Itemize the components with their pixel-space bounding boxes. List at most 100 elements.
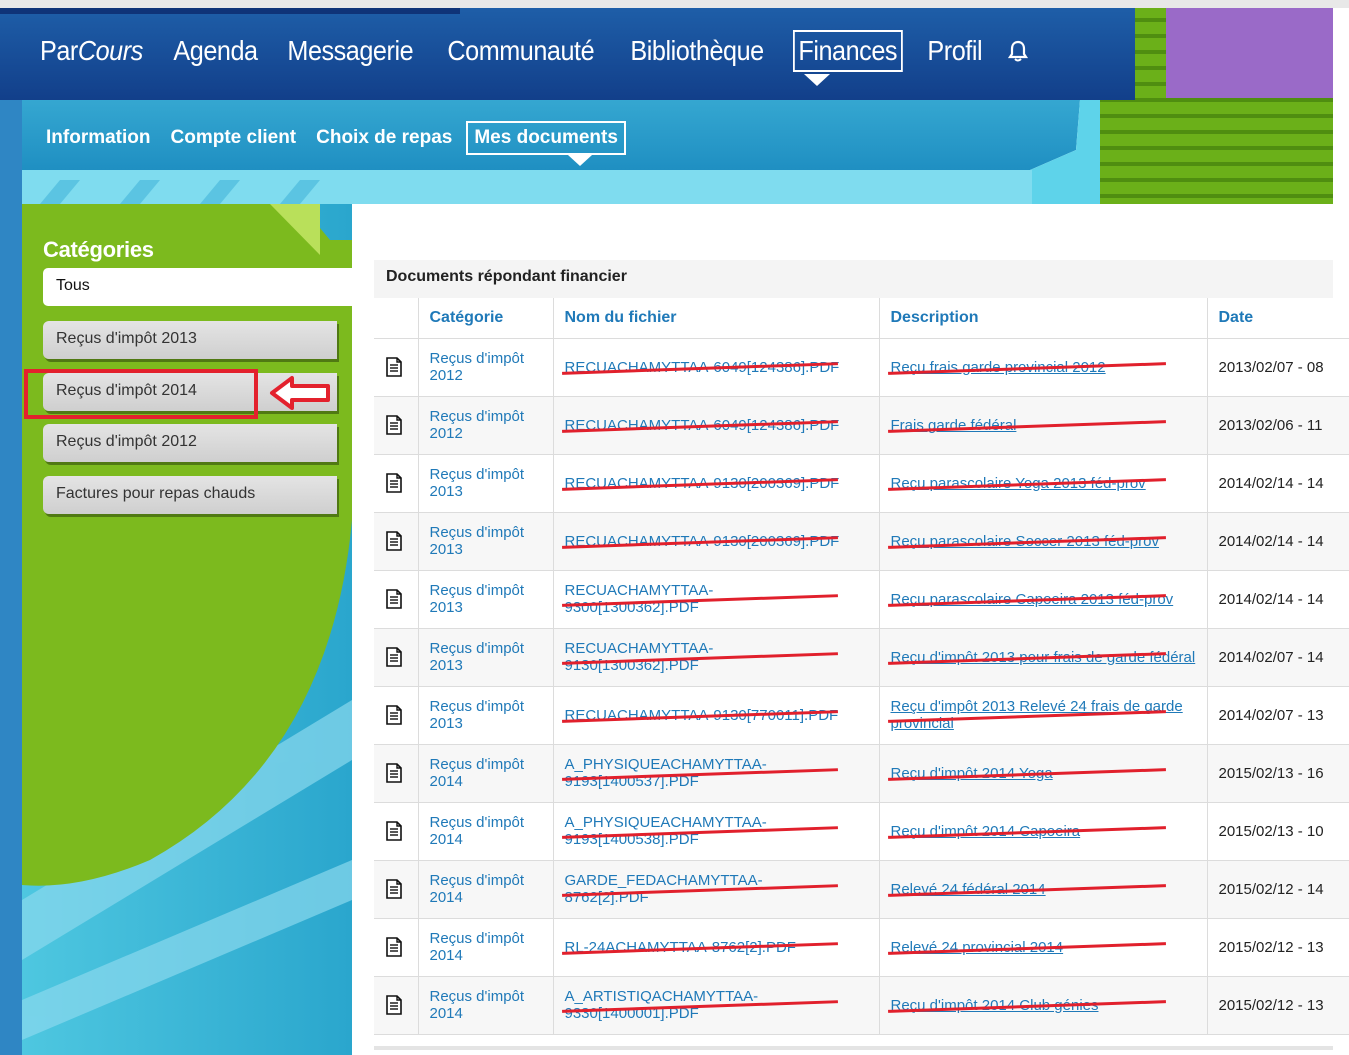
description-link[interactable]: Reçu d'impôt 2014 Yoga — [891, 765, 1196, 782]
row-filename-cell: RECUACHAMYTTAA-9130[770011].PDF — [552, 686, 879, 745]
filename-link[interactable]: RECUACHAMYTTAA-9130[770011].PDF — [565, 707, 845, 724]
table-row: Reçus d'impôt 2013 RECUACHAMYTTAA-9130[77… — [374, 686, 1349, 745]
nav-finances[interactable]: Finances — [792, 30, 903, 72]
category-link[interactable]: Reçus d'impôt 2014 — [430, 814, 545, 848]
row-description-cell: Reçu parascolaire Capoeira 2013 féd-prov — [878, 570, 1207, 629]
description-link[interactable]: Relevé 24 fédéral 2014 — [891, 881, 1196, 898]
row-icon-cell — [374, 338, 418, 397]
category-link[interactable]: Reçus d'impôt 2013 — [430, 698, 545, 732]
row-date-cell: 2014/02/14 - 14 — [1206, 570, 1349, 629]
category-link[interactable]: Reçus d'impôt 2014 — [430, 930, 545, 964]
description-link[interactable]: Reçu d'impôt 2013 Relevé 24 frais de gar… — [891, 698, 1196, 732]
row-icon-cell — [374, 976, 418, 1035]
brand-logo-link[interactable]: ParCours — [40, 30, 148, 72]
category-link[interactable]: Reçus d'impôt 2014 — [430, 988, 545, 1022]
description-link[interactable]: Relevé 24 provincial 2014 — [891, 939, 1196, 956]
description-link[interactable]: Reçu d'impôt 2014 Club génies — [891, 997, 1196, 1014]
category-link[interactable]: Reçus d'impôt 2012 — [430, 408, 545, 442]
table-row: Reçus d'impôt 2014 GARDE_FEDACHAMYTTAA-87… — [374, 860, 1349, 919]
document-icon — [386, 473, 402, 493]
category-link[interactable]: Reçus d'impôt 2013 — [430, 466, 545, 500]
row-icon-cell — [374, 570, 418, 629]
column-date[interactable]: Date — [1206, 298, 1349, 339]
description-link[interactable]: Reçu parascolaire Soccer 2013 féd-prov — [891, 533, 1196, 550]
row-date-cell: 2015/02/13 - 16 — [1206, 744, 1349, 803]
subnav-information[interactable]: Information — [46, 124, 151, 152]
row-filename-cell: RECUACHAMYTTAA-9130[200369].PDF — [552, 512, 879, 571]
filename-link[interactable]: A_PHYSIQUEACHAMYTTAA-9193[1400537].PDF — [565, 756, 845, 790]
nav-communaute[interactable]: Communauté — [442, 30, 600, 72]
category-recus-2013[interactable]: Reçus d'impôt 2013 — [43, 321, 337, 359]
filename-link[interactable]: RECUACHAMYTTAA-9130[200369].PDF — [565, 475, 845, 492]
table-row: Reçus d'impôt 2014 A_PHYSIQUEACHAMYTTAA-9… — [374, 802, 1349, 861]
table-row: Reçus d'impôt 2012 RECUACHAMYTTAA-6049[12… — [374, 396, 1349, 455]
subnav-choix-de-repas[interactable]: Choix de repas — [316, 124, 452, 152]
categories-title: Catégories — [43, 237, 154, 262]
filename-link[interactable]: RECUACHAMYTTAA-9130[200369].PDF — [565, 533, 845, 550]
row-description-cell: Reçu d'impôt 2014 Capoeira — [878, 802, 1207, 861]
filename-link[interactable]: A_PHYSIQUEACHAMYTTAA-9193[1400538].PDF — [565, 814, 845, 848]
subnav-compte-client[interactable]: Compte client — [171, 124, 297, 152]
column-nom-fichier[interactable]: Nom du fichier — [552, 298, 879, 339]
category-link[interactable]: Reçus d'impôt 2013 — [430, 582, 545, 616]
description-link[interactable]: Reçu parascolaire Yoga 2013 féd-prov — [891, 475, 1196, 492]
description-link[interactable]: Reçu frais garde provincial 2012 — [891, 359, 1196, 376]
row-category-cell: Reçus d'impôt 2013 — [417, 628, 553, 687]
row-filename-cell: A_PHYSIQUEACHAMYTTAA-9193[1400537].PDF — [552, 744, 879, 803]
description-link[interactable]: Reçu parascolaire Capoeira 2013 féd-prov — [891, 591, 1196, 608]
document-icon — [386, 821, 402, 841]
row-description-cell: Relevé 24 fédéral 2014 — [878, 860, 1207, 919]
filename-link[interactable]: RECUACHAMYTTAA-9300[1300362].PDF — [565, 582, 845, 616]
row-description-cell: Reçu d'impôt 2013 Relevé 24 frais de gar… — [878, 686, 1207, 745]
category-link[interactable]: Reçus d'impôt 2013 — [430, 640, 545, 674]
document-icon — [386, 357, 402, 377]
nav-profil[interactable]: Profil — [922, 30, 988, 72]
row-filename-cell: RECUACHAMYTTAA-9130[1300362].PDF — [552, 628, 879, 687]
row-icon-cell — [374, 512, 418, 571]
filename-link[interactable]: RECUACHAMYTTAA-6049[124386].PDF — [565, 417, 845, 434]
row-filename-cell: GARDE_FEDACHAMYTTAA-8762[2].PDF — [552, 860, 879, 919]
column-description[interactable]: Description — [878, 298, 1207, 339]
category-link[interactable]: Reçus d'impôt 2014 — [430, 872, 545, 906]
category-recus-2012[interactable]: Reçus d'impôt 2012 — [43, 424, 337, 462]
category-link[interactable]: Reçus d'impôt 2012 — [430, 350, 545, 384]
filename-link[interactable]: RECUACHAMYTTAA-9130[1300362].PDF — [565, 640, 845, 674]
nav-agenda[interactable]: Agenda — [168, 30, 263, 72]
row-category-cell: Reçus d'impôt 2014 — [417, 744, 553, 803]
row-description-cell: Reçu d'impôt 2014 Yoga — [878, 744, 1207, 803]
document-icon — [386, 531, 402, 551]
column-categorie[interactable]: Catégorie — [417, 298, 553, 339]
category-tous[interactable]: Tous — [43, 268, 355, 306]
subnav-mes-documents[interactable]: Mes documents — [466, 121, 626, 155]
row-date-cell: 2015/02/13 - 10 — [1206, 802, 1349, 861]
row-filename-cell: RL-24ACHAMYTTAA-8762[2].PDF — [552, 918, 879, 977]
row-category-cell: Reçus d'impôt 2012 — [417, 396, 553, 455]
document-icon — [386, 937, 402, 957]
document-icon — [386, 415, 402, 435]
row-description-cell: Reçu parascolaire Yoga 2013 féd-prov — [878, 454, 1207, 513]
filename-link[interactable]: A_ARTISTIQACHAMYTTAA-9330[1400001].PDF — [565, 988, 845, 1022]
bell-icon[interactable] — [1007, 39, 1029, 63]
table-row: Reçus d'impôt 2012 RECUACHAMYTTAA-6049[12… — [374, 338, 1349, 397]
document-icon — [386, 763, 402, 783]
category-link[interactable]: Reçus d'impôt 2014 — [430, 756, 545, 790]
filename-link[interactable]: RL-24ACHAMYTTAA-8762[2].PDF — [565, 939, 845, 956]
row-date-cell: 2014/02/07 - 13 — [1206, 686, 1349, 745]
table-row: Reçus d'impôt 2013 RECUACHAMYTTAA-9130[20… — [374, 512, 1349, 571]
category-factures-repas[interactable]: Factures pour repas chauds — [43, 476, 337, 514]
row-category-cell: Reçus d'impôt 2014 — [417, 976, 553, 1035]
description-link[interactable]: Frais garde fédéral — [891, 417, 1196, 434]
row-category-cell: Reçus d'impôt 2013 — [417, 686, 553, 745]
description-link[interactable]: Reçu d'impôt 2013 pour frais de garde fé… — [891, 649, 1196, 666]
row-date-cell: 2014/02/14 - 14 — [1206, 454, 1349, 513]
row-category-cell: Reçus d'impôt 2013 — [417, 512, 553, 571]
row-date-cell: 2013/02/06 - 11 — [1206, 396, 1349, 455]
filename-link[interactable]: GARDE_FEDACHAMYTTAA-8762[2].PDF — [565, 872, 845, 906]
row-icon-cell — [374, 396, 418, 455]
nav-messagerie[interactable]: Messagerie — [282, 30, 419, 72]
description-link[interactable]: Reçu d'impôt 2014 Capoeira — [891, 823, 1196, 840]
filename-link[interactable]: RECUACHAMYTTAA-6049[124386].PDF — [565, 359, 845, 376]
category-link[interactable]: Reçus d'impôt 2013 — [430, 524, 545, 558]
nav-bibliotheque[interactable]: Bibliothèque — [625, 30, 769, 72]
annotation-highlight-box — [24, 369, 258, 419]
